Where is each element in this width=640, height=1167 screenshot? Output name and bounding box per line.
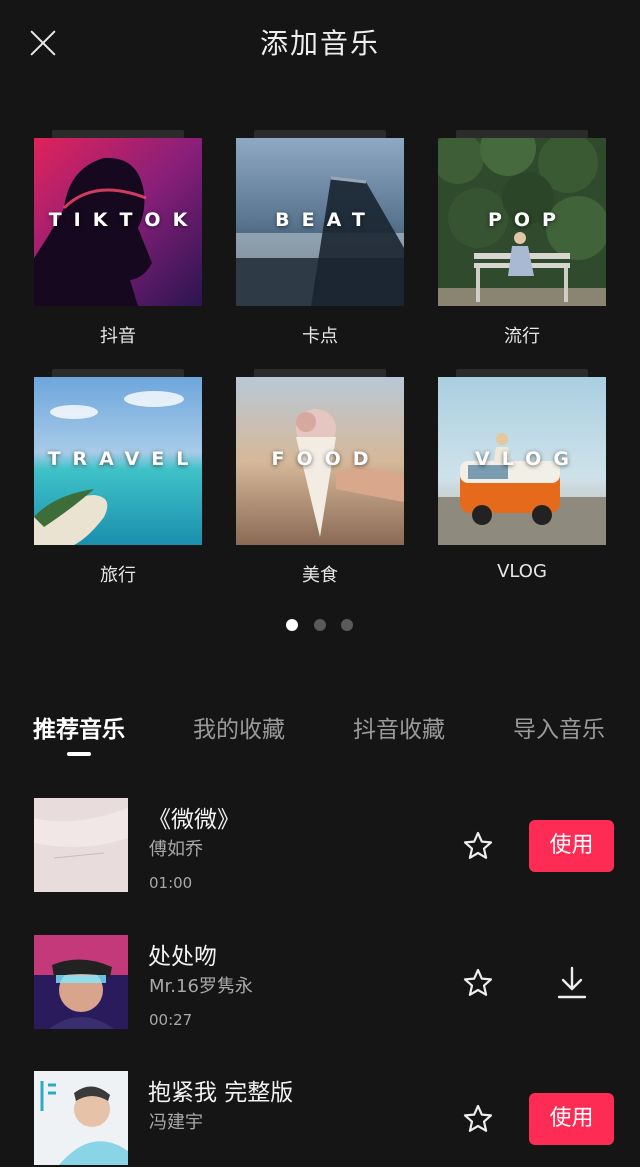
use-button[interactable]: 使用 bbox=[529, 820, 614, 872]
song-title: 抱紧我 完整版 bbox=[148, 1080, 294, 1106]
song-cover[interactable] bbox=[34, 1071, 128, 1165]
page-dot-2[interactable] bbox=[314, 619, 326, 631]
category-label: 抖音 bbox=[100, 326, 136, 347]
song-duration: 00:27 bbox=[149, 1011, 193, 1029]
category-thumbnail[interactable]: BEAT bbox=[236, 138, 404, 306]
category-thumb-text: BEAT bbox=[275, 209, 377, 231]
category-tab-decoration bbox=[254, 130, 386, 138]
tab-recommended[interactable]: 推荐音乐 bbox=[33, 710, 125, 744]
song-title: 处处吻 bbox=[148, 944, 217, 970]
use-button[interactable]: 使用 bbox=[529, 1093, 614, 1145]
category-label: 旅行 bbox=[100, 565, 136, 586]
song-cover[interactable] bbox=[34, 798, 128, 892]
category-tab-decoration bbox=[52, 130, 184, 138]
song-row[interactable]: 《微微》 傅如乔 01:00 使用 bbox=[0, 798, 640, 894]
header: 添加音乐 bbox=[0, 0, 640, 86]
music-tabs: 推荐音乐 我的收藏 抖音收藏 导入音乐 bbox=[0, 710, 640, 760]
category-tab-decoration bbox=[52, 369, 184, 377]
active-tab-indicator bbox=[67, 752, 91, 756]
song-artist: Mr.16罗隽永 bbox=[149, 976, 253, 997]
category-thumbnail[interactable]: POP bbox=[438, 138, 606, 306]
category-tab-decoration bbox=[254, 369, 386, 377]
song-duration: 01:00 bbox=[149, 874, 193, 892]
star-icon[interactable] bbox=[462, 967, 494, 999]
download-icon[interactable] bbox=[555, 965, 589, 1001]
tab-douyin-favorites[interactable]: 抖音收藏 bbox=[353, 710, 445, 744]
page-dot-3[interactable] bbox=[341, 619, 353, 631]
page-dot-1[interactable] bbox=[286, 619, 298, 631]
category-label: 卡点 bbox=[302, 326, 338, 347]
song-artist: 傅如乔 bbox=[149, 839, 203, 860]
song-artist: 冯建宇 bbox=[149, 1112, 203, 1133]
category-label: 美食 bbox=[302, 565, 338, 586]
song-row[interactable]: 处处吻 Mr.16罗隽永 00:27 bbox=[0, 935, 640, 1031]
category-thumbnail[interactable]: TIKTOK bbox=[34, 138, 202, 306]
category-label: VLOG bbox=[497, 561, 547, 582]
tab-import-music[interactable]: 导入音乐 bbox=[513, 710, 605, 744]
page-title: 添加音乐 bbox=[259, 27, 380, 60]
category-thumb-text: FOOD bbox=[271, 448, 381, 470]
category-thumb-text: TRAVEL bbox=[47, 448, 201, 470]
song-cover[interactable] bbox=[34, 935, 128, 1029]
category-tab-decoration bbox=[456, 369, 588, 377]
category-label: 流行 bbox=[504, 326, 540, 347]
category-tab-decoration bbox=[456, 130, 588, 138]
song-title: 《微微》 bbox=[148, 807, 240, 833]
star-icon[interactable] bbox=[462, 830, 494, 862]
category-thumbnail[interactable]: FOOD bbox=[236, 377, 404, 545]
category-thumb-text: TIKTOK bbox=[48, 209, 200, 231]
star-icon[interactable] bbox=[462, 1103, 494, 1135]
tab-my-favorites[interactable]: 我的收藏 bbox=[193, 710, 285, 744]
category-thumb-text: POP bbox=[487, 209, 568, 231]
song-row[interactable]: 抱紧我 完整版 冯建宇 使用 bbox=[0, 1071, 640, 1167]
category-thumbnail[interactable]: TRAVEL bbox=[34, 377, 202, 545]
category-thumbnail[interactable]: VLOG bbox=[438, 377, 606, 545]
category-thumb-text: VLOG bbox=[475, 448, 581, 470]
